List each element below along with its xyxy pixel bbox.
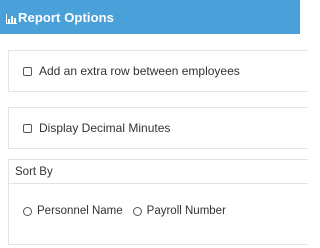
sort-personnel-name-radio[interactable]	[23, 206, 32, 216]
extra-row-checkbox[interactable]	[23, 66, 32, 76]
report-options-title: Report Options	[18, 9, 115, 25]
extra-row-option[interactable]: Add an extra row between employees	[23, 64, 240, 78]
decimal-minutes-option[interactable]: Display Decimal Minutes	[23, 121, 170, 135]
decimal-minutes-panel: Display Decimal Minutes	[8, 107, 308, 149]
sort-personnel-name-option[interactable]: Personnel Name	[23, 205, 123, 217]
sort-by-panel: Sort By Personnel Name Payroll Number	[8, 159, 308, 245]
extra-row-panel: Add an extra row between employees	[8, 50, 308, 92]
bar-chart-icon	[6, 12, 17, 24]
extra-row-label: Add an extra row between employees	[39, 64, 240, 78]
sort-by-options: Personnel Name Payroll Number	[23, 205, 236, 217]
decimal-minutes-label: Display Decimal Minutes	[39, 121, 171, 135]
sort-payroll-number-radio[interactable]	[132, 206, 142, 216]
sort-personnel-name-label: Personnel Name	[37, 205, 123, 217]
sort-payroll-number-option[interactable]: Payroll Number	[132, 205, 226, 217]
sort-payroll-number-label: Payroll Number	[146, 205, 226, 217]
sort-by-title: Sort By	[9, 160, 308, 184]
decimal-minutes-checkbox[interactable]	[23, 123, 32, 133]
report-options-header: Report Options	[0, 0, 300, 34]
